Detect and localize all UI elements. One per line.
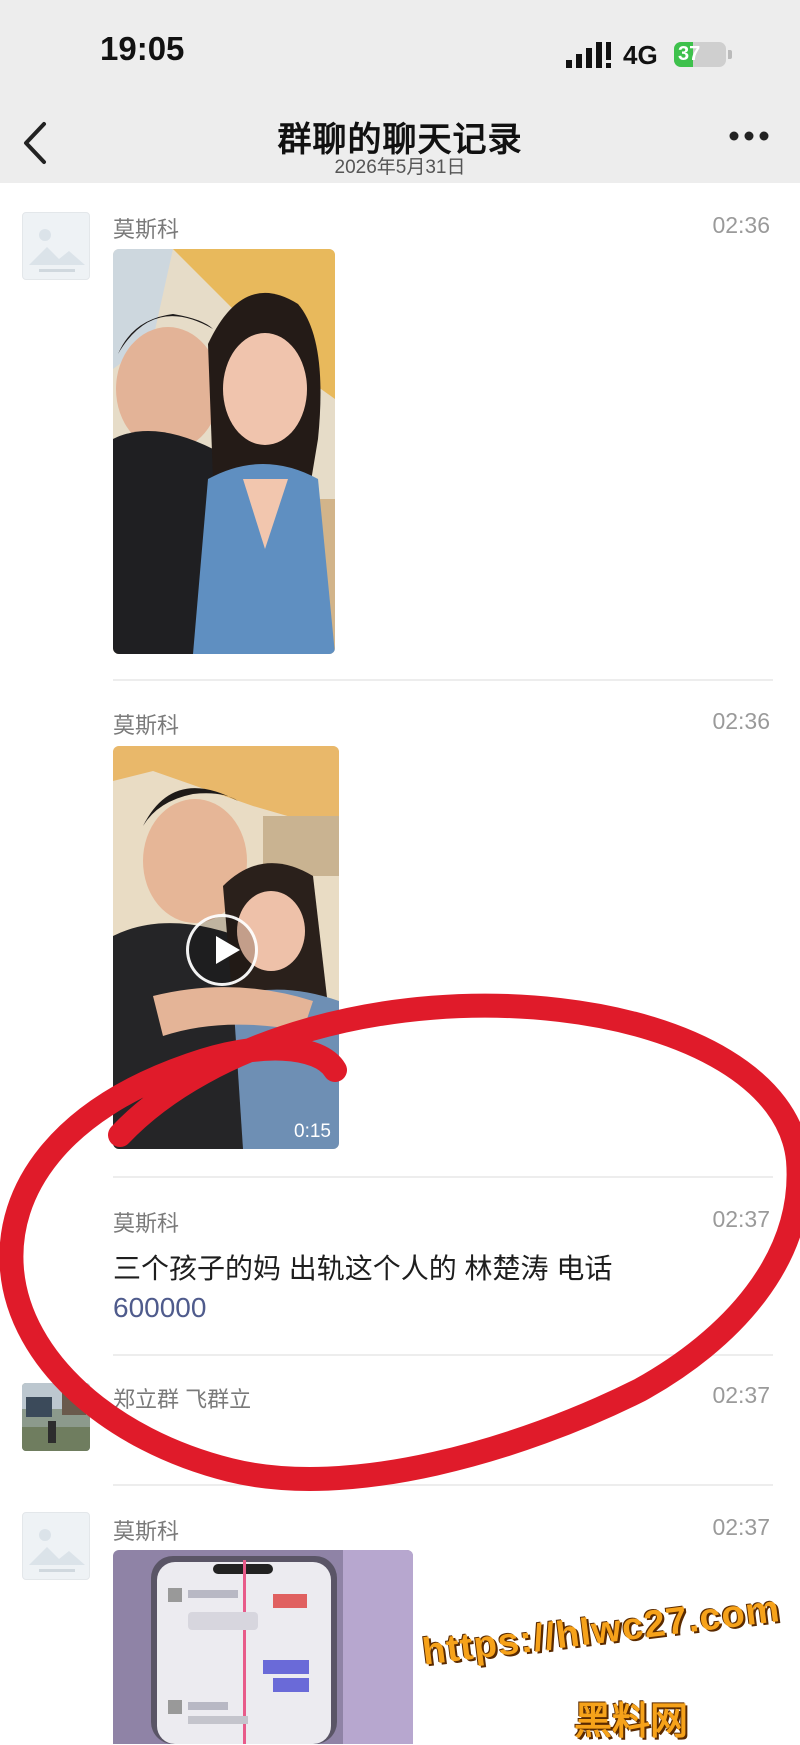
- watermark-site: 黑料网: [574, 1701, 689, 1743]
- signal-icon: [566, 42, 611, 68]
- watermark-url: https://hlwc27.com: [420, 1588, 783, 1674]
- couple-selfie-image: [113, 249, 335, 654]
- image-placeholder-icon: [29, 1529, 85, 1572]
- sender-name: 郑立群 飞群立: [113, 1387, 252, 1412]
- message-text-number: 600000: [113, 1292, 207, 1323]
- sender-name: 莫斯科: [113, 217, 180, 242]
- battery-percent: 37: [678, 43, 701, 65]
- photo-message[interactable]: [113, 249, 335, 654]
- message-time: 02:37: [712, 1206, 770, 1232]
- status-time: 19:05: [100, 30, 185, 67]
- message-time: 02:36: [712, 708, 770, 734]
- avatar-photo-image: [22, 1383, 90, 1451]
- message-divider: [113, 679, 773, 681]
- sender-name: 莫斯科: [113, 1519, 180, 1544]
- video-message[interactable]: 0:15: [113, 746, 339, 1149]
- message-time: 02:36: [712, 212, 770, 238]
- page-subtitle-date: 2026年5月31日: [334, 157, 466, 178]
- play-icon[interactable]: [186, 914, 258, 986]
- avatar-user[interactable]: [22, 1383, 90, 1451]
- top-bar: 19:05 4G 37 群聊的聊天记录 2026年5月31日: [0, 0, 800, 183]
- more-icon[interactable]: [728, 130, 770, 142]
- avatar-default[interactable]: [22, 212, 90, 280]
- video-duration: 0:15: [294, 1121, 331, 1142]
- battery-nub: [728, 50, 732, 59]
- message-time: 02:37: [712, 1382, 770, 1408]
- photo-message[interactable]: [113, 1550, 413, 1744]
- message-text: 三个孩子的妈 出轨这个人的 林楚涛 电话: [113, 1253, 613, 1284]
- network-type: 4G: [623, 40, 658, 70]
- avatar-default[interactable]: [22, 1512, 90, 1580]
- sender-name: 莫斯科: [113, 713, 180, 738]
- battery-icon: 37: [674, 42, 732, 67]
- message-time: 02:37: [712, 1514, 770, 1540]
- sender-name: 莫斯科: [113, 1211, 180, 1236]
- message-divider: [113, 1484, 773, 1486]
- message-divider: [113, 1176, 773, 1178]
- message-divider: [113, 1354, 773, 1356]
- image-placeholder-icon: [29, 229, 85, 272]
- phone-screenshot-image: [113, 1550, 413, 1744]
